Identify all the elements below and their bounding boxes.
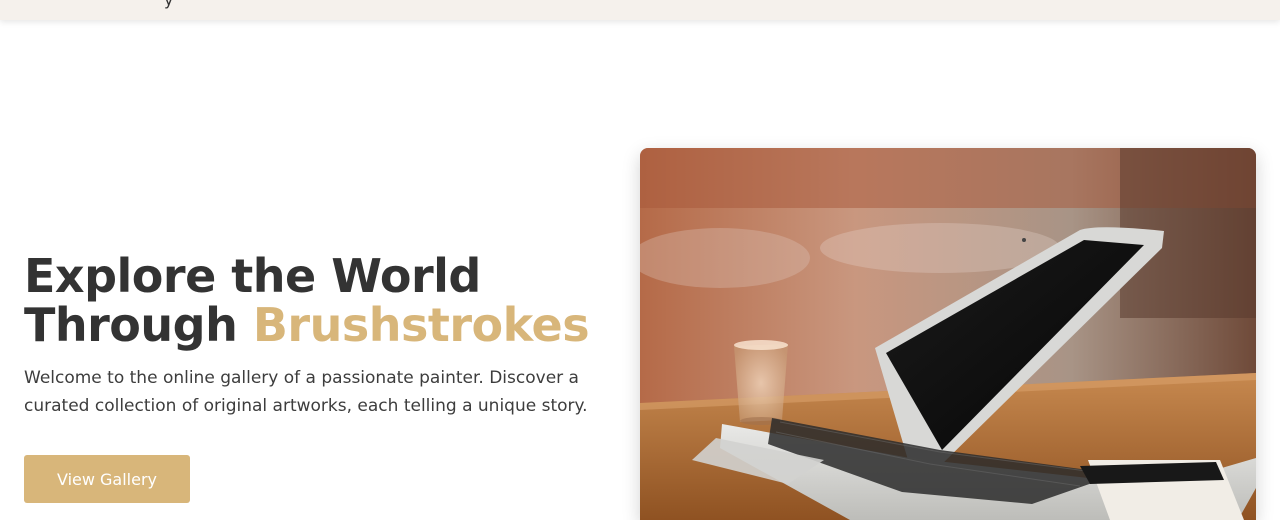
hero-section: Explore the World Through Brushstrokes W… [24,252,624,420]
hero-title-accent: Brushstrokes [252,298,590,352]
hero-subtitle: Welcome to the online gallery of a passi… [24,368,588,416]
header-logo-fragment: y [164,0,173,9]
hero-title-line1: Explore the World [24,249,481,303]
glass-icon [734,340,788,425]
hero-title-line2: Through [24,298,238,352]
site-header: y [0,0,1280,20]
hero-title: Explore the World Through Brushstrokes [24,252,624,350]
view-gallery-button[interactable]: View Gallery [24,455,190,503]
hero-image [640,148,1256,520]
